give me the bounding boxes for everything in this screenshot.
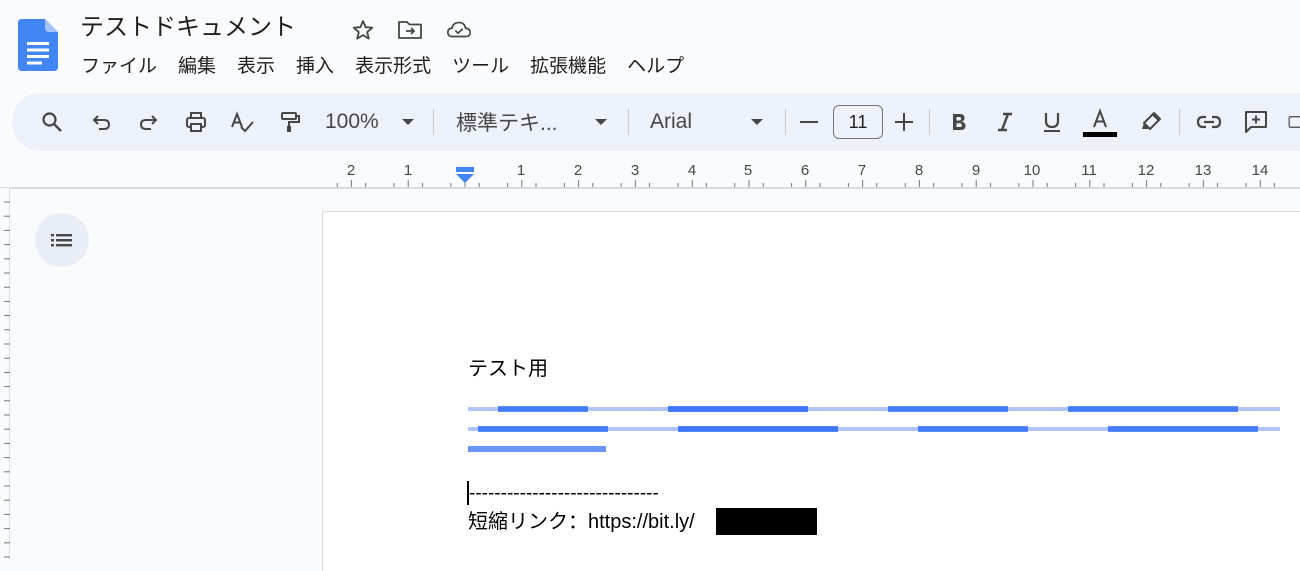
toolbar-divider <box>433 109 434 135</box>
print-icon[interactable] <box>182 93 210 151</box>
insert-link-icon[interactable] <box>1195 93 1223 151</box>
text-line-short-link[interactable]: 短縮リンク：https://bit.ly/ <box>468 509 695 535</box>
text-color-icon[interactable] <box>1083 93 1117 151</box>
horizontal-ruler[interactable]: 2 1 1 2 3 4 5 6 7 8 9 10 11 12 13 14 <box>0 160 1300 188</box>
ruler-label: 10 <box>1023 162 1041 179</box>
font-size-input[interactable]: 11 <box>833 105 883 139</box>
paragraph-style-select[interactable]: 標準テキ... <box>456 93 576 151</box>
ruler-label: 7 <box>857 162 867 179</box>
underline-icon[interactable] <box>1039 93 1065 151</box>
ruler-label: 1 <box>403 162 413 179</box>
undo-icon[interactable] <box>88 93 116 151</box>
menu-view[interactable]: 表示 <box>228 52 284 80</box>
ruler-label: 13 <box>1194 162 1212 179</box>
text-line-test[interactable]: テスト用 <box>468 356 548 382</box>
menu-tools[interactable]: ツール <box>443 52 518 80</box>
toolbar-divider <box>628 109 629 135</box>
ruler-label: 2 <box>346 162 356 179</box>
docs-logo-icon[interactable] <box>18 19 58 71</box>
ruler-label: 12 <box>1137 162 1155 179</box>
menu-insert[interactable]: 挿入 <box>287 52 343 80</box>
vertical-ruler[interactable] <box>0 188 10 559</box>
insert-image-icon[interactable] <box>1288 93 1300 151</box>
font-family-select[interactable]: Arial <box>650 93 730 151</box>
ruler-label: 5 <box>743 162 753 179</box>
decrease-font-size-icon[interactable] <box>798 93 820 151</box>
highlight-icon[interactable] <box>1138 93 1164 151</box>
blurred-link-line-2[interactable] <box>468 424 1280 434</box>
list-icon <box>51 234 72 247</box>
cloud-saved-icon[interactable] <box>446 17 472 43</box>
ruler-label: 4 <box>687 162 697 179</box>
chevron-down-icon[interactable] <box>400 93 416 151</box>
text-line-dashes[interactable]: ------------------------------ <box>469 481 659 507</box>
indent-marker-icon[interactable] <box>455 165 475 189</box>
toolbar-divider <box>929 109 930 135</box>
document-outline-button[interactable] <box>35 213 89 267</box>
add-comment-icon[interactable] <box>1242 93 1270 151</box>
ruler-label: 1 <box>516 162 526 179</box>
paint-format-icon[interactable] <box>276 93 304 151</box>
menu-bar: ファイル 編集 表示 挿入 表示形式 ツール 拡張機能 ヘルプ <box>72 52 696 80</box>
blurred-link-line-1[interactable] <box>468 404 1280 414</box>
ruler-label: 3 <box>630 162 640 179</box>
document-title[interactable]: テストドキュメント <box>80 10 296 44</box>
toolbar-divider <box>785 109 786 135</box>
ruler-ticks <box>0 180 1300 188</box>
zoom-select[interactable]: 100% <box>325 93 385 151</box>
spellcheck-icon[interactable] <box>228 93 256 151</box>
search-menus-icon[interactable] <box>38 93 66 151</box>
ruler-label: 6 <box>800 162 810 179</box>
toolbar-divider <box>1179 109 1180 135</box>
chevron-down-icon[interactable] <box>593 93 609 151</box>
vertical-ruler-ticks <box>4 201 10 558</box>
ruler-label: 14 <box>1251 162 1269 179</box>
menu-help[interactable]: ヘルプ <box>618 52 693 80</box>
bold-icon[interactable] <box>946 93 972 151</box>
move-folder-icon[interactable] <box>397 17 423 43</box>
star-icon[interactable] <box>350 17 376 43</box>
redo-icon[interactable] <box>134 93 162 151</box>
increase-font-size-icon[interactable] <box>893 93 915 151</box>
ruler-label: 9 <box>971 162 981 179</box>
redaction-box <box>716 508 817 535</box>
ruler-label: 11 <box>1081 162 1097 179</box>
menu-edit[interactable]: 編集 <box>169 52 225 80</box>
app-header: テストドキュメント ファイル 編集 表示 挿入 表示形式 ツール 拡張機能 ヘル… <box>0 0 1300 92</box>
blurred-link-line-3[interactable] <box>468 444 608 454</box>
menu-format[interactable]: 表示形式 <box>346 52 440 80</box>
ruler-label: 2 <box>573 162 583 179</box>
menu-extensions[interactable]: 拡張機能 <box>521 52 615 80</box>
chevron-down-icon[interactable] <box>749 93 765 151</box>
menu-file[interactable]: ファイル <box>72 52 166 80</box>
ruler-label: 8 <box>914 162 924 179</box>
toolbar: 100% 標準テキ... Arial 11 <box>12 93 1300 151</box>
italic-icon[interactable] <box>992 93 1018 151</box>
